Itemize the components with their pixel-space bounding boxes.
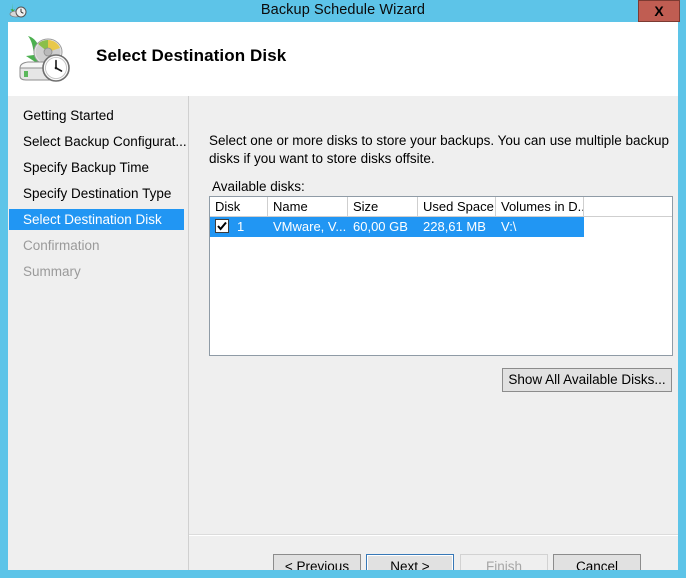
- column-header-size[interactable]: Size: [348, 197, 418, 216]
- column-header-volumes[interactable]: Volumes in D...: [496, 197, 584, 216]
- column-header-name[interactable]: Name: [268, 197, 348, 216]
- finish-button: Finish: [460, 554, 548, 570]
- footer-separator: [189, 534, 678, 536]
- main-content-pane: Select one or more disks to store your b…: [189, 96, 678, 570]
- disk-table-header: Disk Name Size Used Space Volumes in D..…: [210, 197, 672, 217]
- instruction-text: Select one or more disks to store your b…: [209, 133, 670, 166]
- sidebar-item-specify-backup-time[interactable]: Specify Backup Time: [9, 157, 184, 178]
- title-bar: Backup Schedule Wizard X: [0, 0, 686, 22]
- previous-button[interactable]: < Previous: [273, 554, 361, 570]
- column-header-used-space[interactable]: Used Space: [418, 197, 496, 216]
- sidebar-item-getting-started[interactable]: Getting Started: [9, 105, 184, 126]
- window-title: Backup Schedule Wizard: [260, 2, 426, 18]
- column-header-disk[interactable]: Disk: [210, 197, 268, 216]
- sidebar-item-specify-destination-type[interactable]: Specify Destination Type: [9, 183, 184, 204]
- disk-checkbox[interactable]: [215, 219, 229, 233]
- wizard-step-list: Getting Started Select Backup Configurat…: [8, 96, 188, 570]
- show-all-available-disks-button[interactable]: Show All Available Disks...: [502, 368, 672, 392]
- cancel-button[interactable]: Cancel: [553, 554, 641, 570]
- cell-size: 60,00 GB: [353, 219, 408, 234]
- next-button[interactable]: Next >: [366, 554, 454, 570]
- table-row[interactable]: 1 VMware, V... 60,00 GB 228,61 MB V:\: [210, 217, 584, 237]
- sidebar-item-select-destination-disk[interactable]: Select Destination Disk: [9, 209, 184, 230]
- cell-volumes: V:\: [501, 219, 517, 234]
- cell-used-space: 228,61 MB: [423, 219, 486, 234]
- page-title: Select Destination Disk: [96, 46, 287, 65]
- column-header-filler: [584, 197, 672, 216]
- available-disks-list[interactable]: Disk Name Size Used Space Volumes in D..…: [209, 196, 673, 356]
- window-client-area: Select Destination Disk Getting Started …: [8, 22, 678, 570]
- sidebar-item-summary: Summary: [23, 264, 81, 279]
- available-disks-label: Available disks:: [212, 179, 305, 194]
- backup-schedule-wizard-window: Backup Schedule Wizard X Select Destinat…: [0, 0, 686, 578]
- cell-name: VMware, V...: [273, 219, 347, 234]
- sidebar-item-select-backup-configuration[interactable]: Select Backup Configurat...: [9, 131, 187, 152]
- sidebar-item-confirmation: Confirmation: [23, 238, 100, 253]
- wizard-banner: Select Destination Disk: [8, 22, 678, 96]
- cell-disk: 1: [237, 219, 245, 234]
- disk-clock-backup-icon: [14, 30, 76, 88]
- close-icon[interactable]: X: [638, 0, 680, 22]
